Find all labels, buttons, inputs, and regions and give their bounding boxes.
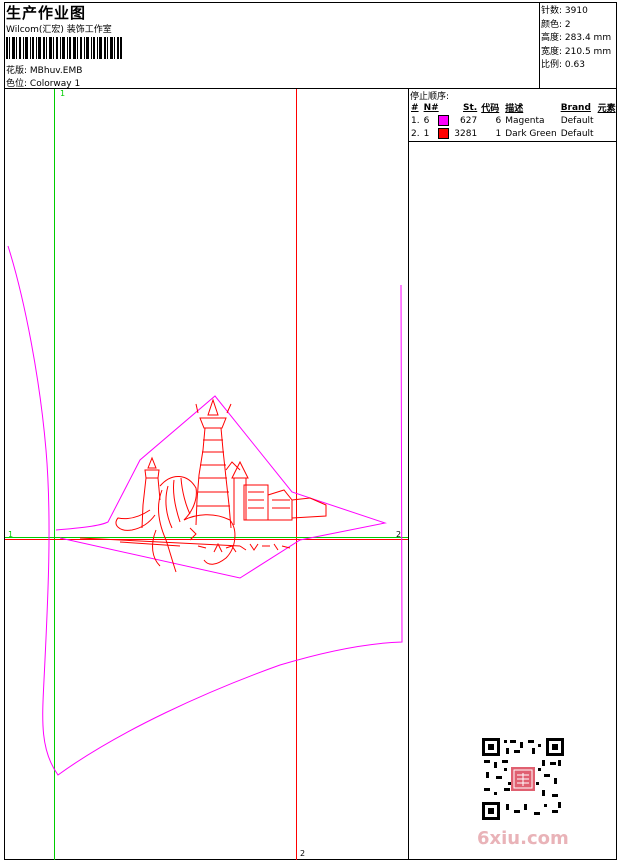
stat-colors: 颜色: 2	[541, 19, 571, 30]
design-canvas: 1 2 1 2	[5, 89, 408, 860]
row-needle: 1	[422, 127, 452, 140]
col-header: #	[411, 102, 419, 113]
watermark: 6xiu.com	[477, 828, 569, 849]
stat-height: 高度: 283.4 mm	[541, 33, 612, 44]
row-needle: 6	[422, 114, 452, 127]
design-stats: 针数: 3910 颜色: 2 高度: 283.4 mm 宽度: 210.5 mm…	[541, 5, 611, 73]
guide-label-v1: 1	[60, 89, 65, 98]
colorway-line: 色位: Colorway 1	[6, 76, 80, 89]
row-element	[596, 114, 618, 127]
row-desc: Dark Green	[505, 128, 557, 139]
color-swatch	[438, 115, 450, 126]
stop-sequence-table: # N# St. 代码 描述 Brand 元素 1. 6 627 6 Magen…	[409, 101, 618, 140]
magenta-outline	[7, 245, 403, 776]
studio-name: Wilcom(汇宏) 装饰工作室	[6, 25, 112, 35]
col-header: 元素	[597, 104, 616, 114]
row-brand: Default	[560, 128, 594, 139]
col-header: 代码	[481, 104, 500, 114]
stat-stitches: 针数: 3910	[541, 6, 588, 16]
qr-code-icon	[482, 738, 564, 820]
page-title: 生产作业图	[6, 4, 87, 22]
design-label: 花版:	[6, 66, 28, 76]
col-header: St.	[463, 102, 478, 113]
col-header: N#	[423, 102, 439, 113]
red-embroidery-art	[79, 398, 327, 573]
row-brand: Default	[560, 115, 594, 126]
colorway-value: Colorway 1	[29, 79, 81, 89]
col-header: Brand	[560, 102, 591, 113]
guide-label-h1: 1	[8, 530, 13, 539]
table-row: 2. 1 3281 1 Dark Green Default	[409, 127, 618, 140]
row-code: 6	[495, 115, 502, 126]
row-num: 1.	[411, 115, 420, 126]
row-code: 1	[495, 128, 502, 139]
table-header-row: # N# St. 代码 描述 Brand 元素	[409, 101, 618, 115]
guide-label-h2: 2	[396, 530, 401, 539]
panel-divider	[408, 88, 409, 860]
col-header: 描述	[505, 104, 524, 114]
color-swatch	[438, 128, 450, 139]
stat-width: 宽度: 210.5 mm	[541, 46, 612, 57]
guide-label-v2: 2	[300, 849, 305, 858]
row-stitches: 627	[460, 115, 478, 126]
design-value: MBhuv.EMB	[29, 66, 83, 76]
stat-scale: 比例: 0.63	[541, 60, 585, 71]
row-element	[596, 127, 618, 140]
frame-top	[4, 2, 616, 3]
design-line: 花版: MBhuv.EMB	[6, 63, 82, 76]
colorway-label: 色位:	[6, 79, 28, 89]
barcode-icon	[6, 37, 122, 59]
table-bottom-divider	[408, 141, 616, 142]
row-desc: Magenta	[505, 115, 545, 126]
stats-divider	[539, 2, 540, 88]
table-row: 1. 6 627 6 Magenta Default	[409, 114, 618, 127]
row-stitches: 3281	[454, 128, 478, 139]
row-num: 2.	[411, 128, 420, 139]
